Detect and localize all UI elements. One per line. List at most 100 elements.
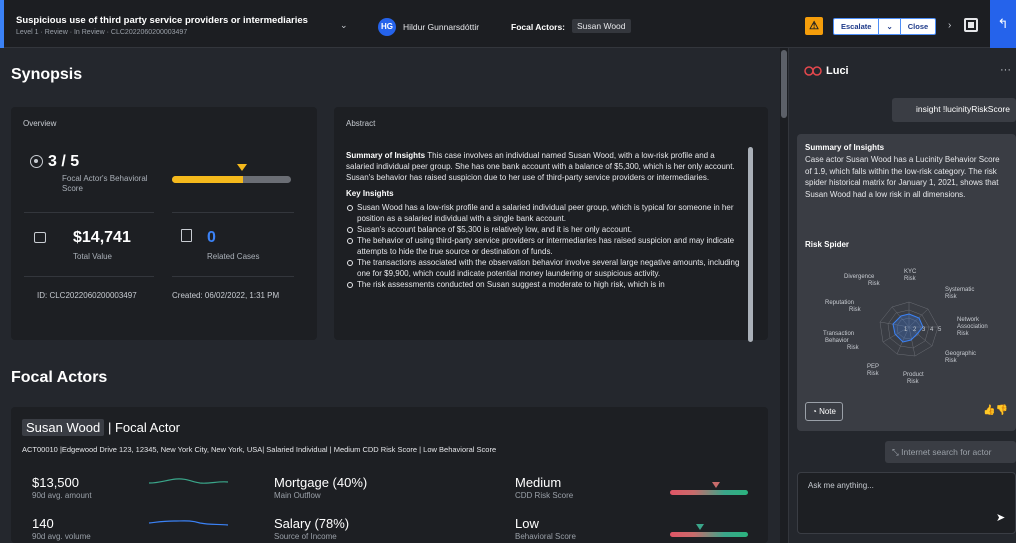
synopsis-title: Synopsis — [11, 66, 83, 83]
related-cases-label: Related Cases — [207, 252, 260, 261]
avatar[interactable]: HG — [378, 18, 396, 36]
focal-actor-name[interactable]: Susan Wood — [22, 419, 105, 436]
behavioral-risk-value: Low — [515, 516, 539, 531]
note-label: Note — [819, 407, 836, 416]
divider — [24, 212, 154, 213]
chevron-down-icon[interactable]: ⌄ — [340, 20, 348, 31]
main-scrollbar[interactable] — [780, 48, 788, 543]
case-header: Suspicious use of third party service pr… — [0, 0, 1016, 48]
list-item: The behavior of using third-party servic… — [346, 235, 744, 257]
warning-icon[interactable]: ⚠ — [805, 17, 823, 35]
case-id: ID: CLC2022060200003497 — [37, 291, 137, 300]
behavioral-score-label: Focal Actor's Behavioral Score — [62, 174, 148, 193]
escalate-dropdown-icon[interactable]: ⌄ — [879, 19, 901, 34]
luci-title: Luci — [826, 65, 849, 77]
divider — [172, 276, 294, 277]
case-title: Suspicious use of third party service pr… — [16, 15, 308, 26]
spider-label-divergence: Divergence Risk — [844, 274, 881, 287]
abstract-scrollbar[interactable] — [748, 147, 753, 342]
action-button-group: Escalate ⌄ Close — [833, 18, 937, 35]
abstract-body: Summary of Insights This case involves a… — [346, 150, 744, 340]
gauge-icon — [30, 155, 43, 168]
focal-actor-details: ACT00010 |Edgewood Drive 123, 12345, New… — [22, 445, 497, 454]
summary-title: Summary of Insights — [346, 151, 426, 160]
header-accent-bar — [0, 0, 4, 48]
thumbs-up-icon[interactable]: 👍 — [983, 405, 995, 416]
cdd-risk-value: Medium — [515, 475, 562, 490]
main-outflow-label: Main Outflow — [274, 491, 321, 500]
spider-label-reputation: Reputation Risk — [825, 300, 862, 313]
user-message: insight !lucinityRiskScore — [892, 98, 1016, 122]
main-outflow-value: Mortgage (40%) — [274, 475, 368, 490]
more-icon[interactable]: ··· — [1000, 64, 1011, 76]
total-value-label: Total Value — [73, 252, 112, 261]
behavioral-risk-bar — [670, 532, 748, 537]
spider-label-product: Product Risk — [903, 372, 924, 385]
feedback-icons: 👍👎 — [983, 405, 1008, 416]
list-item: The transactions associated with the obs… — [346, 257, 744, 279]
close-button[interactable]: Close — [901, 19, 935, 34]
spider-label-systematic: Systematic Risk — [945, 287, 974, 300]
focal-actors-title: Focal Actors — [11, 369, 108, 386]
key-insights-title: Key Insights — [346, 189, 394, 198]
luci-logo-icon — [804, 66, 822, 76]
score-bar-fill — [172, 176, 244, 183]
wallet-icon — [34, 232, 46, 243]
score-bar — [172, 176, 291, 183]
internet-search-button[interactable]: ⤡ Internet search for actor — [885, 441, 1016, 463]
avg-volume-label: 90d avg. volume — [32, 532, 91, 541]
chevron-right-icon[interactable]: › — [948, 20, 951, 31]
search-tool-icon: ⤡ — [892, 447, 902, 457]
thumbs-down-icon[interactable]: 👎 — [995, 405, 1007, 416]
cdd-risk-label: CDD Risk Score — [515, 491, 574, 500]
spider-label-pep: PEP Risk — [867, 364, 880, 377]
ask-placeholder: Ask me anything... — [808, 481, 874, 490]
focal-actor-chip[interactable]: Susan Wood — [572, 19, 631, 33]
back-icon[interactable]: ↰ — [990, 0, 1016, 48]
note-icon: ◔ — [812, 407, 820, 416]
overview-heading: Overview — [23, 119, 57, 128]
assistant-message: Summary of Insights Case actor Susan Woo… — [797, 134, 1016, 431]
send-icon[interactable]: ➤ — [996, 511, 1005, 524]
focal-actor-role: | Focal Actor — [108, 420, 181, 435]
overview-card: Overview — [11, 107, 317, 340]
response-title: Summary of Insights — [805, 143, 885, 152]
focal-actors-label: Focal Actors: — [511, 22, 566, 32]
ask-input[interactable]: Ask me anything... ➤ — [797, 472, 1016, 534]
response-text: Case actor Susan Wood has a Lucinity Beh… — [805, 155, 1000, 199]
avg-amount-value: $13,500 — [32, 475, 79, 490]
spider-tick: 5 — [938, 327, 942, 333]
spider-label-geographic: Geographic Risk — [945, 351, 976, 364]
case-breadcrumb: Level 1 · Review · In Review · CLC202206… — [16, 29, 188, 36]
summary-paragraph: Summary of Insights This case involves a… — [346, 150, 744, 183]
spider-label-kyc: KYC Risk — [904, 269, 917, 282]
total-value: $14,741 — [73, 229, 131, 246]
internet-search-label: Internet search for actor — [901, 447, 992, 457]
spider-label-network: Network Association Risk — [957, 317, 988, 337]
spider-tick: 4 — [930, 327, 934, 333]
risk-spider-chart: KYC Risk Systematic Risk Network Associatio… — [823, 269, 988, 385]
income-source-label: Source of Income — [274, 532, 337, 541]
cdd-risk-bar — [670, 490, 748, 495]
created-date: Created: 06/02/2022, 1:31 PM — [172, 291, 280, 300]
document-icon — [181, 229, 192, 242]
behavioral-score: 3 / 5 — [48, 153, 80, 170]
insights-list: Susan Wood has a low-risk profile and a … — [346, 202, 744, 290]
volume-sparkline — [148, 520, 229, 526]
cdd-risk-marker — [712, 482, 720, 488]
list-item: Susan Wood has a low-risk profile and a … — [346, 202, 744, 224]
escalate-button[interactable]: Escalate — [834, 19, 880, 34]
divider — [24, 276, 154, 277]
income-source-value: Salary (78%) — [274, 516, 350, 531]
related-cases-count[interactable]: 0 — [207, 229, 216, 247]
score-marker — [237, 164, 247, 171]
expand-icon[interactable] — [964, 18, 978, 32]
note-button[interactable]: ◔ Note — [805, 402, 843, 421]
spider-label-transaction: Transaction Behavior Risk — [823, 331, 860, 351]
spider-series — [892, 313, 924, 343]
scrollbar-thumb[interactable] — [781, 50, 787, 118]
divider — [172, 212, 294, 213]
behavioral-risk-marker — [696, 524, 704, 530]
abstract-heading: Abstract — [346, 119, 376, 128]
avg-amount-label: 90d avg. amount — [32, 491, 92, 500]
